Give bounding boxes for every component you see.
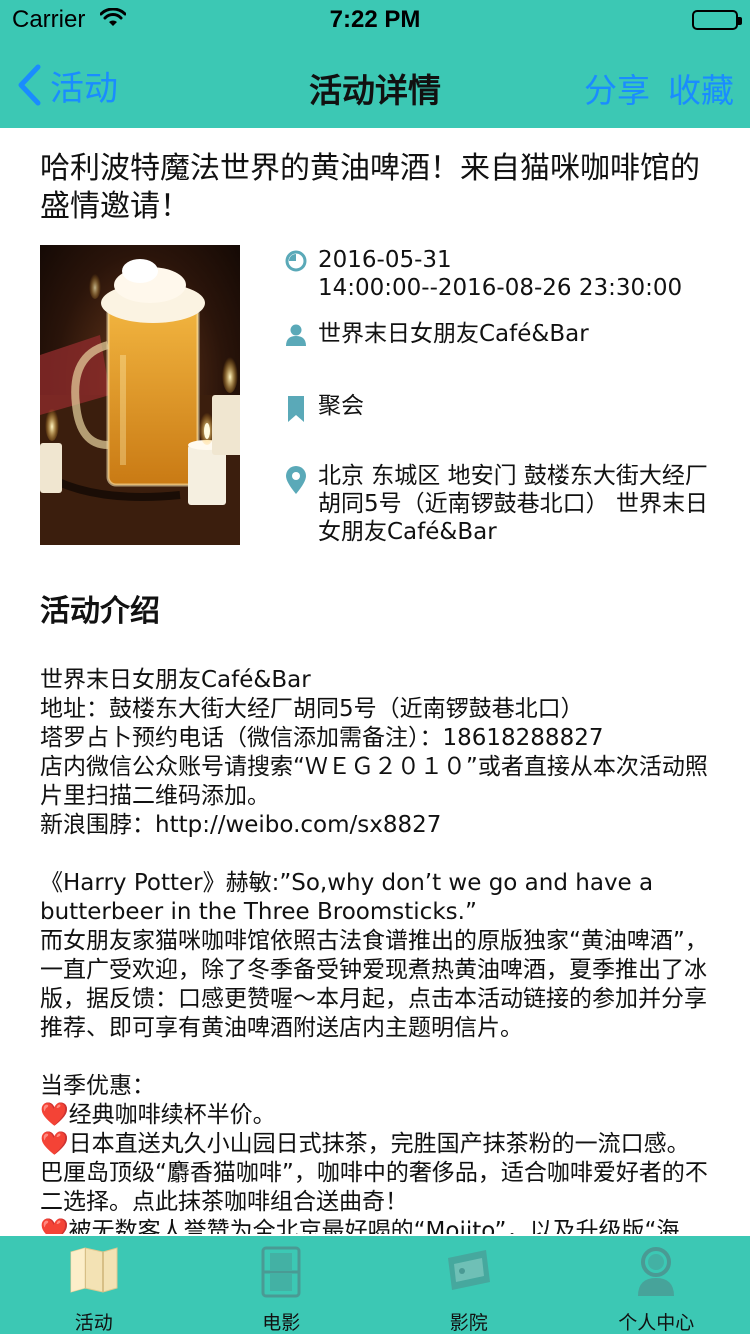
status-time: 7:22 PM (329, 6, 421, 33)
clock-icon (284, 246, 308, 302)
film-icon (261, 1246, 301, 1302)
offer-text: 经典咖啡续杯半价。 (68, 1102, 276, 1128)
bookmark-icon (284, 392, 308, 422)
favorite-button[interactable]: 收藏 (668, 64, 734, 112)
intro-paragraph: 地址：鼓楼东大街大经厂胡同5号（近南锣鼓巷北口） (40, 696, 584, 722)
intro-paragraph (40, 1043, 710, 1072)
offer-item: ❤️日本直送丸久小山园日式抹茶，完胜国产抹茶粉的一流口感。巴厘岛顶级“麝香猫咖啡… (40, 1130, 710, 1217)
person-icon (284, 320, 308, 348)
navigation-bar: Carrier 7:22 PM 活动 活动详情 分享 收藏 (0, 0, 750, 128)
tab-label: 电影 (262, 1312, 301, 1334)
intro-paragraph: 而女朋友家猫咪咖啡馆依照古法食谱推出的原版独家“黄油啤酒”，一直广受欢迎，除了冬… (40, 928, 708, 1041)
intro-paragraph: 塔罗占卜预约电话（微信添加需备注）：18618288827 (40, 725, 604, 751)
tab-bar: 活动 电影 影院 个人中心 (0, 1236, 750, 1334)
tab-movie[interactable]: 电影 (188, 1236, 376, 1334)
heart-icon: ❤️ (40, 1102, 69, 1128)
profile-icon (634, 1246, 678, 1300)
event-detail-content[interactable]: 哈利波特魔法世界的黄油啤酒！来自猫咪咖啡馆的盛情邀请！ 2016-05-31 1… (0, 128, 750, 1234)
event-category-row: 聚会 (284, 392, 708, 422)
intro-paragraph: 世界末日女朋友Café&Bar (40, 667, 311, 693)
heart-icon: ❤️ (40, 1131, 69, 1157)
event-title: 哈利波特魔法世界的黄油啤酒！来自猫咪咖啡馆的盛情邀请！ (40, 151, 700, 224)
event-address-row: 北京 东城区 地安门 鼓楼东大街大经厂胡同5号（近南锣鼓巷北口） 世界末日女朋友… (284, 462, 708, 546)
battery-icon (692, 10, 742, 30)
tab-label: 个人中心 (618, 1312, 695, 1334)
intro-paragraph: 店内微信公众账号请搜索“ＷＥＧ２０１０”或者直接从本次活动照片里扫描二维码添加。 (40, 754, 708, 809)
tab-activity[interactable]: 活动 (0, 1236, 188, 1334)
tab-label: 活动 (74, 1312, 113, 1334)
cinema-icon (444, 1246, 494, 1298)
share-button[interactable]: 分享 (584, 64, 650, 112)
offer-item: ❤️经典咖啡续杯半价。 (40, 1101, 710, 1130)
offer-text: 被无数客人誉赞为全北京最好喝的“Mojito”，以及升级版“海 (68, 1218, 680, 1234)
event-poster-image (40, 245, 240, 545)
event-time: 2016-05-31 14:00:00--2016-08-26 23:30:00 (318, 247, 683, 301)
intro-paragraph (40, 840, 710, 869)
event-category: 聚会 (318, 393, 364, 419)
intro-body: 世界末日女朋友Café&Bar 地址：鼓楼东大街大经厂胡同5号（近南锣鼓巷北口）… (40, 666, 710, 1234)
intro-paragraph: 新浪围脖：http://weibo.com/sx8827 (40, 812, 442, 838)
tab-label: 影院 (449, 1312, 488, 1334)
event-organizer: 世界末日女朋友Café&Bar (318, 321, 589, 347)
intro-paragraph: 《Harry Potter》赫敏:”So,why don’t we go and… (40, 870, 654, 925)
intro-paragraph: 当季优惠： (40, 1073, 155, 1099)
status-bar: Carrier 7:22 PM (0, 0, 750, 40)
location-pin-icon (284, 462, 308, 546)
event-time-row: 2016-05-31 14:00:00--2016-08-26 23:30:00 (284, 246, 708, 302)
intro-heading: 活动介绍 (40, 594, 160, 629)
offer-item: ❤️被无数客人誉赞为全北京最好喝的“Mojito”，以及升级版“海 (40, 1217, 710, 1234)
event-address: 北京 东城区 地安门 鼓楼东大街大经厂胡同5号（近南锣鼓巷北口） 世界末日女朋友… (318, 463, 708, 545)
map-icon (69, 1246, 119, 1298)
tab-profile[interactable]: 个人中心 (563, 1236, 750, 1334)
tab-cinema[interactable]: 影院 (375, 1236, 563, 1334)
offer-text: 日本直送丸久小山园日式抹茶，完胜国产抹茶粉的一流口感。巴厘岛顶级“麝香猫咖啡”，… (40, 1131, 708, 1215)
heart-icon: ❤️ (40, 1218, 69, 1234)
event-organizer-row: 世界末日女朋友Café&Bar (284, 320, 708, 348)
